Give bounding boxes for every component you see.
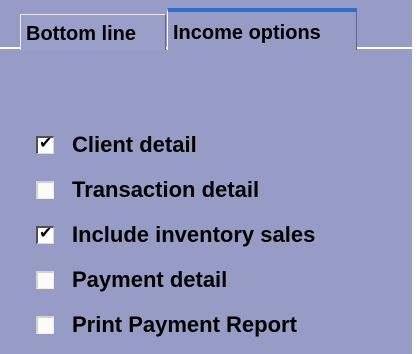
transaction-detail-checkbox[interactable] — [36, 180, 54, 199]
option-payment-detail[interactable]: Payment detail — [36, 257, 315, 302]
client-detail-checkbox[interactable]: ✔ — [36, 134, 54, 154]
checkmark-icon: ✔ — [39, 134, 53, 152]
tab-bottom-line[interactable]: Bottom line — [20, 14, 166, 50]
print-payment-report-label: Print Payment Report — [72, 311, 297, 337]
window-edge — [412, 0, 420, 354]
payment-detail-label: Payment detail — [72, 266, 228, 292]
transaction-detail-label: Transaction detail — [72, 176, 260, 202]
client-detail-label: Client detail — [72, 131, 197, 157]
tab-income-options-label: Income options — [173, 22, 321, 44]
option-print-payment-report[interactable]: Print Payment Report — [36, 302, 315, 347]
option-include-inventory-sales[interactable]: ✔ Include inventory sales — [36, 212, 315, 257]
tab-income-options[interactable]: Income options — [167, 8, 357, 50]
options-list: ✔ Client detail Transaction detail ✔ Inc… — [36, 122, 315, 347]
print-payment-report-checkbox[interactable] — [36, 315, 54, 334]
option-transaction-detail[interactable]: Transaction detail — [36, 167, 315, 212]
tab-bottom-line-label: Bottom line — [26, 23, 136, 45]
option-client-detail[interactable]: ✔ Client detail — [36, 122, 315, 167]
include-inventory-sales-label: Include inventory sales — [72, 221, 316, 247]
payment-detail-checkbox[interactable] — [36, 270, 54, 289]
checkmark-icon: ✔ — [39, 224, 53, 242]
include-inventory-sales-checkbox[interactable]: ✔ — [36, 224, 54, 244]
income-options-panel: Bottom line Income options ✔ Client deta… — [0, 0, 412, 354]
